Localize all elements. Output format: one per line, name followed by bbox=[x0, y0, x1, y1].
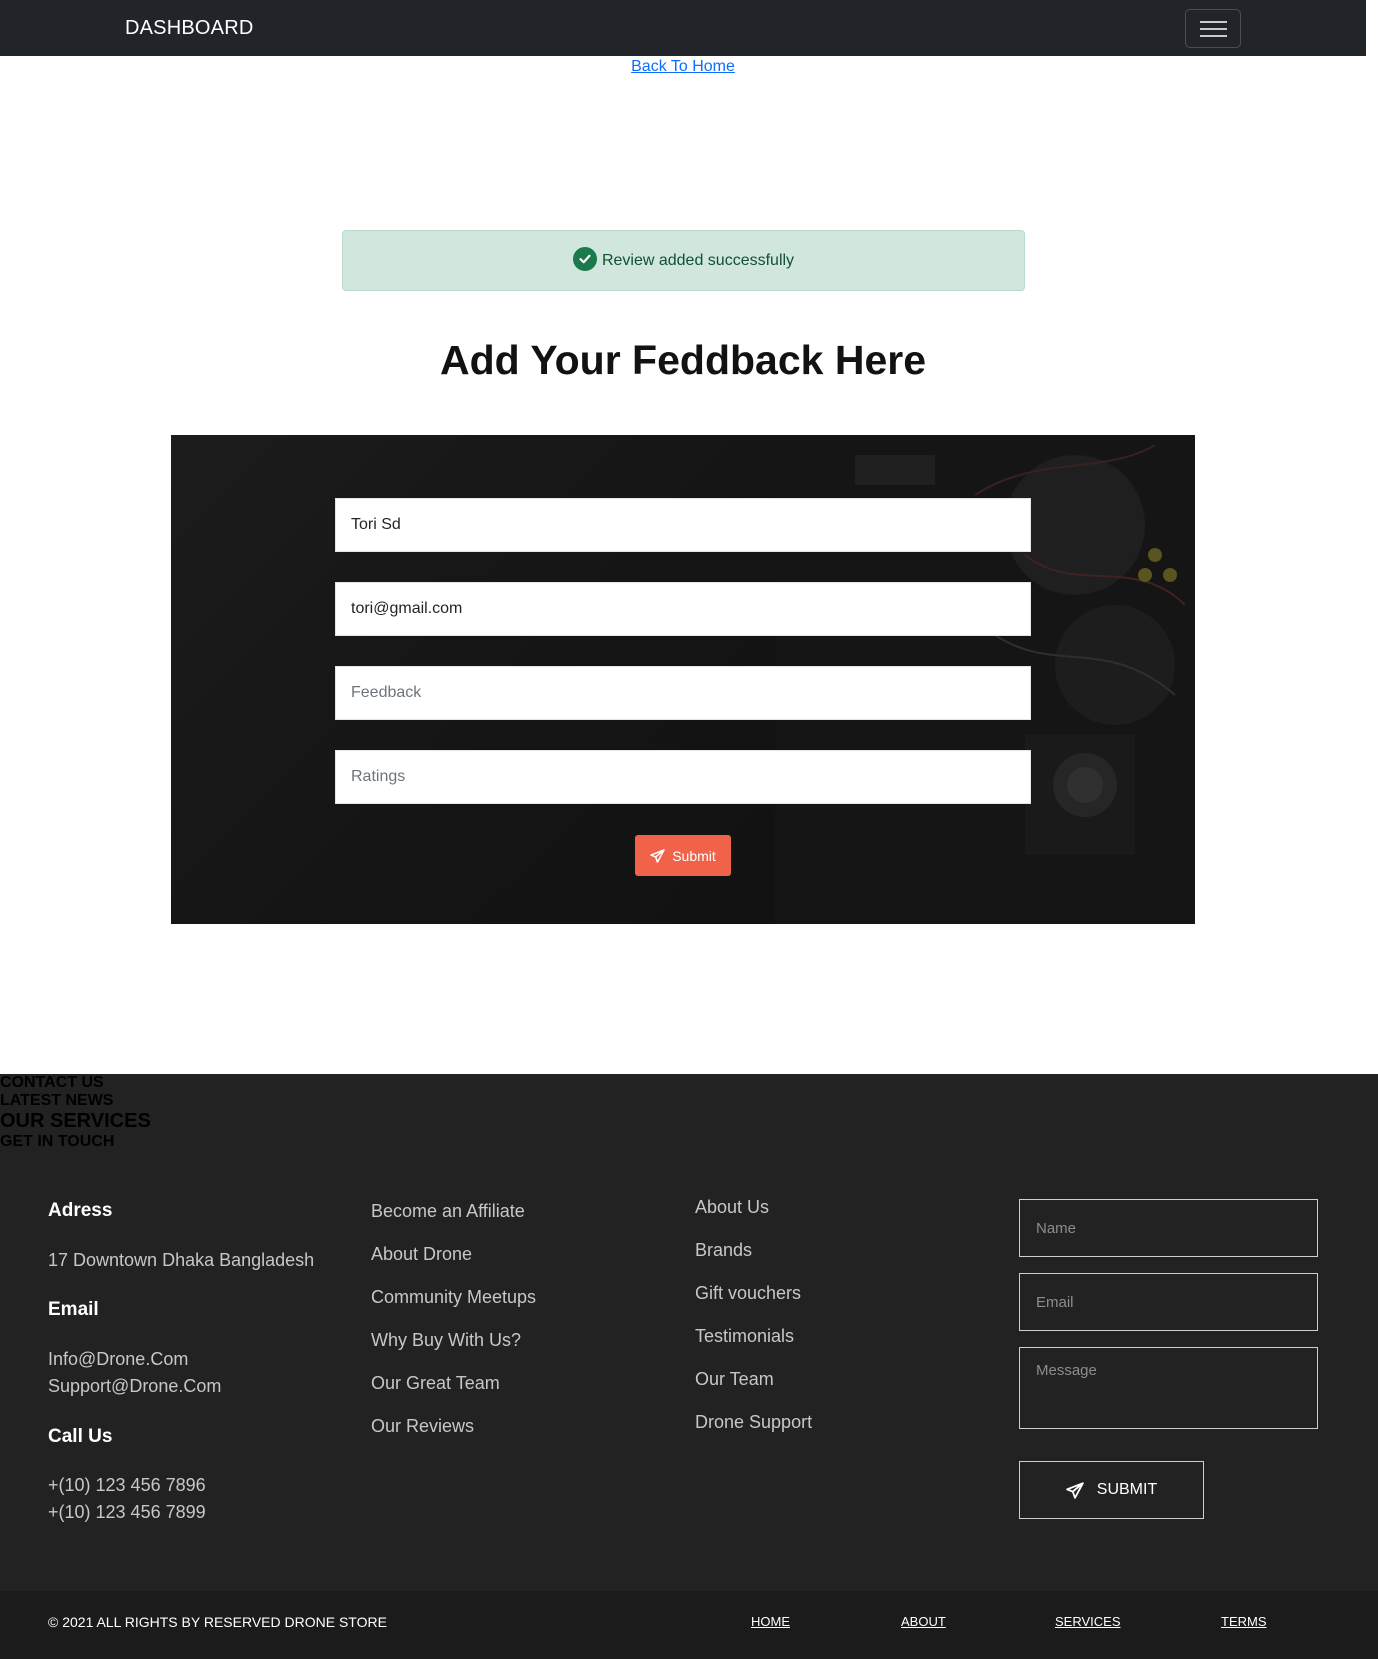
news-link[interactable]: Why Buy With Us? bbox=[371, 1330, 521, 1351]
touch-heading: GET IN TOUCH bbox=[0, 1133, 115, 1150]
news-link[interactable]: Our Great Team bbox=[371, 1373, 500, 1394]
page: DASHBOARD Back To Home Review added succ… bbox=[0, 0, 1378, 1659]
email-input[interactable]: tori@gmail.com bbox=[335, 582, 1031, 636]
success-alert: Review added successfully bbox=[342, 230, 1025, 291]
feedback-form: Tori Sd tori@gmail.com Feedback Ratings … bbox=[171, 435, 1195, 924]
address-text: 17 Downtown Dhaka Bangladesh bbox=[48, 1250, 315, 1270]
service-link[interactable]: Our Team bbox=[695, 1369, 774, 1390]
bottom-link-home[interactable]: HOME bbox=[751, 1614, 790, 1629]
email-label: Email bbox=[48, 1299, 99, 1320]
service-link[interactable]: About Us bbox=[695, 1197, 769, 1218]
check-circle-icon bbox=[572, 246, 597, 271]
ratings-input[interactable]: Ratings bbox=[335, 750, 1031, 804]
service-link[interactable]: Testimonials bbox=[695, 1326, 794, 1347]
paper-plane-icon bbox=[650, 848, 665, 863]
news-link[interactable]: Our Reviews bbox=[371, 1416, 474, 1437]
submit-button-label: Submit bbox=[672, 847, 716, 864]
back-link-row: Back To Home bbox=[0, 58, 1366, 76]
hamburger-menu-icon[interactable] bbox=[1185, 9, 1241, 48]
submit-button[interactable]: Submit bbox=[635, 835, 731, 876]
bottom-bar: © 2021 ALL RIGHTS BY RESERVED DRONE STOR… bbox=[0, 1591, 1378, 1659]
phone-2: +(10) 123 456 7899 bbox=[48, 1502, 206, 1522]
news-heading: LATEST NEWS bbox=[0, 1092, 114, 1109]
back-to-home-link[interactable]: Back To Home bbox=[631, 58, 735, 75]
email-address-2: Support@Drone.Com bbox=[48, 1376, 222, 1396]
service-link[interactable]: Drone Support bbox=[695, 1412, 812, 1433]
news-link[interactable]: Become an Affiliate bbox=[371, 1201, 525, 1222]
news-link[interactable]: Community Meetups bbox=[371, 1287, 536, 1308]
navbar-brand[interactable]: DASHBOARD bbox=[125, 17, 254, 40]
feedback-input[interactable]: Feedback bbox=[335, 666, 1031, 720]
page-title: Add Your Feddback Here bbox=[439, 337, 927, 383]
contact-heading: CONTACT US bbox=[0, 1074, 104, 1091]
toggler-bar bbox=[1200, 35, 1227, 37]
touch-email-input[interactable]: Email bbox=[1019, 1273, 1318, 1331]
bottom-link-services[interactable]: SERVICES bbox=[1055, 1614, 1121, 1629]
phone-1: +(10) 123 456 7896 bbox=[48, 1475, 206, 1495]
touch-message-textarea[interactable]: Message bbox=[1019, 1347, 1318, 1429]
bottom-link-terms[interactable]: TERMS bbox=[1221, 1614, 1267, 1629]
service-link[interactable]: Brands bbox=[695, 1240, 752, 1261]
touch-name-input[interactable]: Name bbox=[1019, 1199, 1318, 1257]
touch-submit-label: SUBMIT bbox=[1096, 1481, 1158, 1498]
services-heading: OUR SERVICES bbox=[0, 1110, 151, 1132]
alert-message: Review added successfully bbox=[601, 251, 795, 269]
service-link[interactable]: Gift vouchers bbox=[695, 1283, 801, 1304]
email-address-1: Info@Drone.Com bbox=[48, 1349, 189, 1369]
touch-submit-button[interactable]: SUBMIT bbox=[1019, 1461, 1204, 1519]
toggler-bar bbox=[1200, 28, 1227, 30]
footer: CONTACT US Adress 17 Downtown Dhaka Bang… bbox=[0, 1074, 1378, 1591]
navbar: DASHBOARD bbox=[0, 0, 1366, 56]
paper-plane-icon bbox=[1065, 1481, 1084, 1499]
copyright-text: © 2021 ALL RIGHTS BY RESERVED DRONE STOR… bbox=[48, 1614, 387, 1630]
toggler-bar bbox=[1200, 21, 1227, 23]
bottom-link-about[interactable]: ABOUT bbox=[901, 1614, 946, 1629]
news-link[interactable]: About Drone bbox=[371, 1244, 472, 1265]
call-label: Call Us bbox=[48, 1426, 113, 1447]
name-input[interactable]: Tori Sd bbox=[335, 498, 1031, 552]
address-label: Adress bbox=[48, 1200, 113, 1221]
